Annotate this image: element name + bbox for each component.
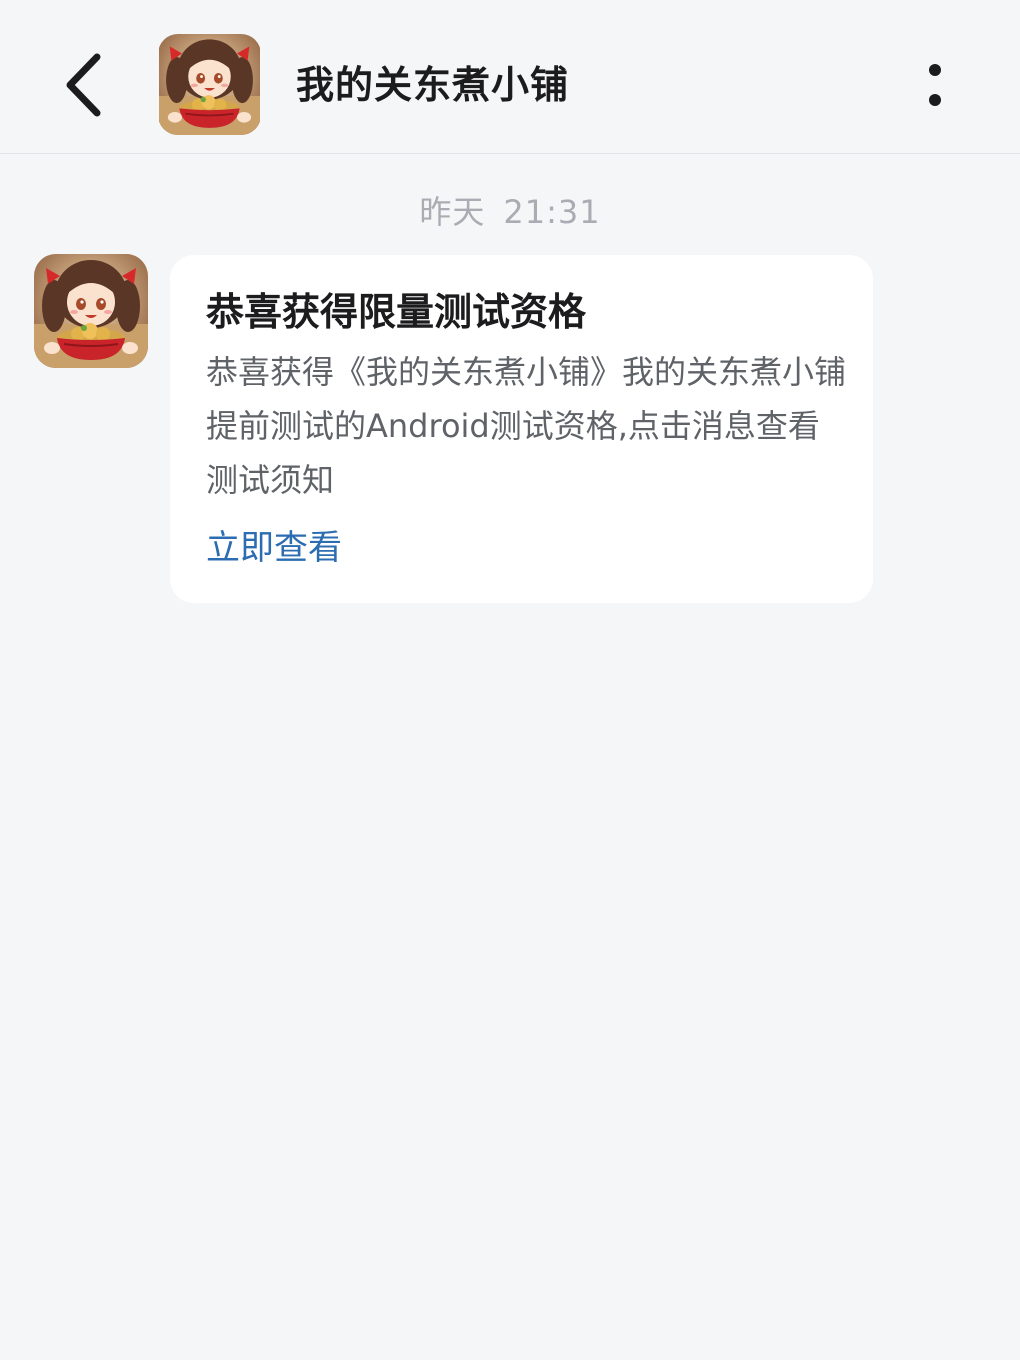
timestamp-time: 21:31 bbox=[503, 193, 601, 231]
timestamp-day: 昨天 bbox=[419, 193, 486, 231]
view-now-link[interactable]: 立即查看 bbox=[206, 523, 342, 573]
message-body: 恭喜获得《我的关东煮小铺》我的关东煮小铺提前测试的Android测试资格,点击消… bbox=[206, 353, 847, 499]
chat-page: 我的关东煮小铺 昨天 21:31 恭喜获得限量测试资格 恭喜获得《我的关东煮小铺… bbox=[0, 0, 1020, 1360]
message-card[interactable]: 恭喜获得限量测试资格 恭喜获得《我的关东煮小铺》我的关东煮小铺提前测试的Andr… bbox=[170, 255, 873, 603]
game-avatar-icon bbox=[159, 34, 260, 135]
message-title: 恭喜获得限量测试资格 bbox=[206, 290, 587, 334]
chat-header: 我的关东煮小铺 bbox=[0, 0, 1020, 154]
message-timestamp: 昨天 21:31 bbox=[0, 190, 1020, 234]
more-vertical-icon bbox=[929, 64, 941, 106]
game-avatar-icon bbox=[34, 254, 148, 368]
page-title: 我的关东煮小铺 bbox=[296, 63, 570, 107]
chevron-left-icon bbox=[66, 53, 101, 117]
sender-avatar[interactable] bbox=[34, 254, 148, 368]
back-button[interactable] bbox=[52, 50, 116, 120]
header-avatar[interactable] bbox=[158, 34, 261, 135]
more-options-button[interactable] bbox=[912, 54, 958, 116]
